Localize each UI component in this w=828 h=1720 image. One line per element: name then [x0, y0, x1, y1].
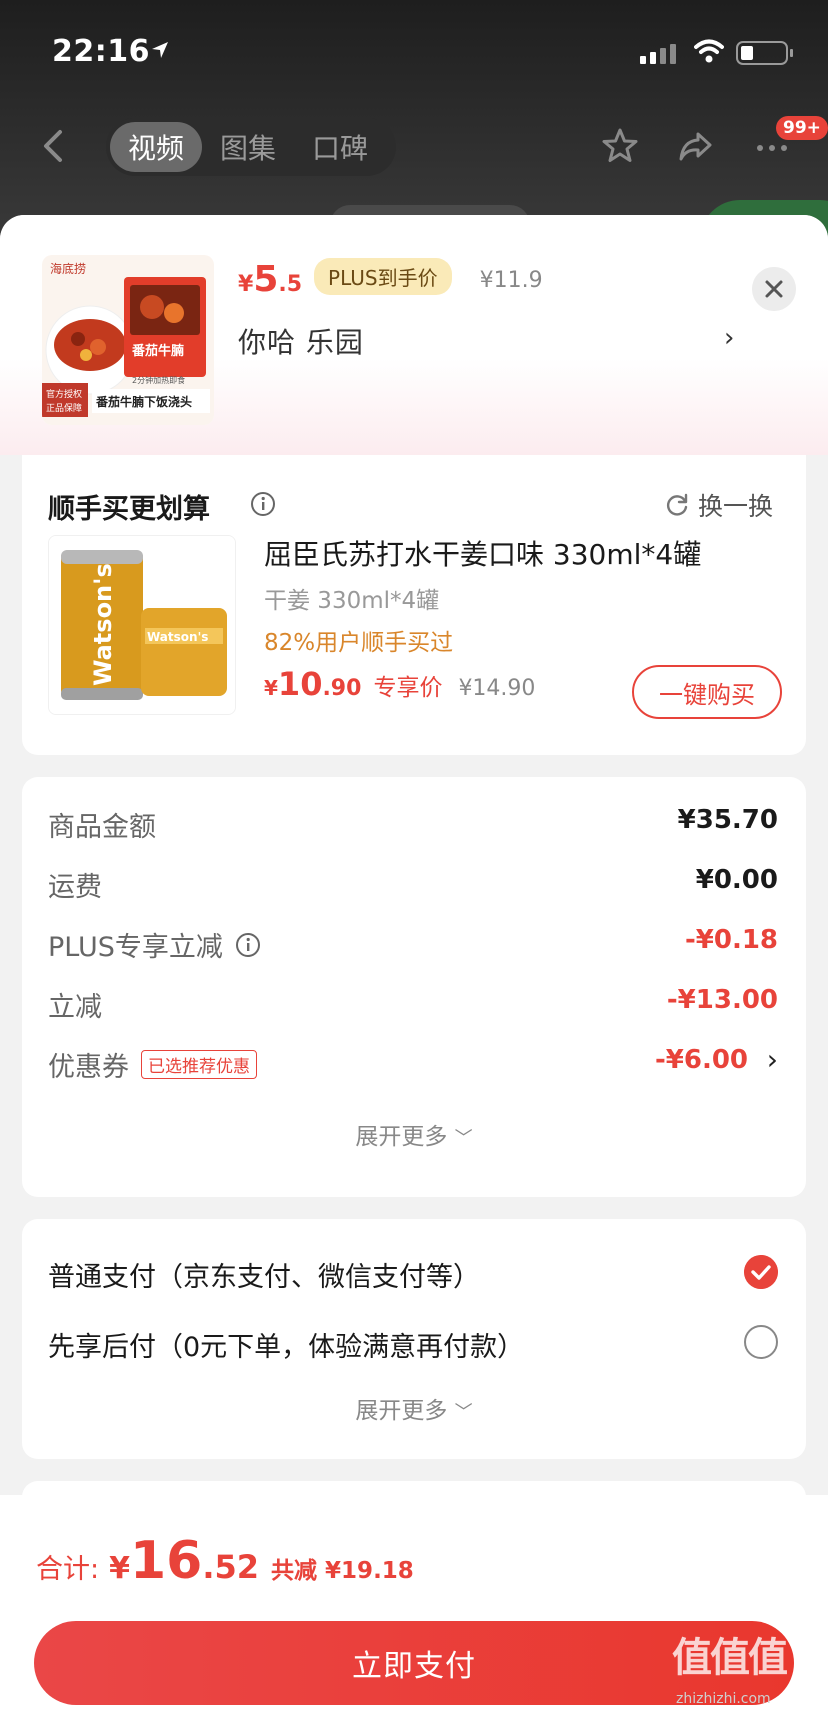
upsell-price-currency: ¥	[264, 676, 278, 700]
summary-label-wrap: 优惠券 已选推荐优惠	[48, 1045, 257, 1084]
payment-option[interactable]: 普通支付（京东支付、微信支付等）	[48, 1255, 778, 1295]
upsell-price: ¥ 10 .90 专享价 ¥14.90	[264, 665, 535, 703]
summary-row: 运费 ¥0.00	[48, 865, 778, 905]
payment-option-label: 普通支付（京东支付、微信支付等）	[48, 1262, 480, 1293]
upsell-product-image[interactable]: Watson's Watson's	[48, 535, 236, 715]
checkout-footer: 合计: ¥ 16 .52 共减 ¥19.18 立即支付 值值值 zhizhizh…	[0, 1495, 828, 1720]
chevron-down-icon: ﹀	[454, 1402, 473, 1423]
upsell-card: 顺手买更划算 换一换 Watson's Watson's 屈臣氏苏打水干姜口味 …	[22, 455, 806, 755]
order-summary-card: 商品金额 ¥35.70 运费 ¥0.00 PLUS专享立减 -¥0.18 立减 …	[22, 777, 806, 1197]
expand-label: 展开更多	[355, 1124, 448, 1150]
summary-value: ¥0.00	[695, 865, 778, 895]
upsell-price-integer: 10	[277, 665, 323, 703]
radio-unchecked-icon[interactable]	[744, 1325, 778, 1359]
payment-method-card: 普通支付（京东支付、微信支付等） 先享后付（0元下单，体验满意再付款） 展开更多…	[22, 1219, 806, 1459]
can-brand-small: Watson's	[147, 630, 208, 644]
status-bar: 22:16	[0, 0, 828, 100]
expand-more-button[interactable]: 展开更多 ﹀	[22, 1391, 806, 1425]
thumb-sub: 2分钟加热即食	[132, 375, 185, 385]
coupon-row[interactable]: 优惠券 已选推荐优惠 -¥6.00 ›	[48, 1043, 778, 1085]
upsell-popularity: 82%用户顺手买过	[264, 630, 454, 656]
info-icon[interactable]	[235, 932, 261, 958]
total-decimal: .52	[202, 1548, 260, 1586]
summary-row: 商品金额 ¥35.70	[48, 805, 778, 845]
battery-icon	[736, 41, 793, 65]
refresh-icon	[666, 493, 688, 516]
summary-value: -¥0.18	[684, 925, 778, 955]
watermark-url: zhizhizhi.com	[676, 1691, 771, 1707]
upsell-product-name[interactable]: 屈臣氏苏打水干姜口味 330ml*4罐	[264, 533, 701, 573]
info-icon[interactable]	[250, 491, 276, 517]
summary-value: -¥6.00	[654, 1045, 748, 1075]
swap-button[interactable]: 换一换	[664, 487, 773, 523]
summary-value: -¥13.00	[666, 985, 778, 1015]
upsell-old-price: ¥14.90	[458, 676, 536, 701]
summary-row: PLUS专享立减 -¥0.18	[48, 925, 778, 965]
watermark: 值值值	[672, 1635, 788, 1681]
checkbox-checked-icon[interactable]	[744, 1255, 778, 1289]
close-icon[interactable]	[752, 267, 796, 311]
thumb-caption: 番茄牛腩下饭浇头	[95, 394, 192, 409]
total-savings: 共减 ¥19.18	[271, 1558, 414, 1584]
payment-option[interactable]: 先享后付（0元下单，体验满意再付款）	[48, 1325, 778, 1365]
total-label: 合计:	[36, 1554, 100, 1585]
back-icon[interactable]	[38, 128, 68, 164]
price-currency: ¥	[238, 272, 254, 297]
coupon-tag: 已选推荐优惠	[141, 1050, 257, 1079]
plus-price-tag: PLUS到手价	[314, 258, 452, 295]
summary-label-wrap: PLUS专享立减	[48, 925, 261, 964]
can-brand: Watson's	[89, 563, 117, 686]
summary-label: 运费	[48, 872, 102, 903]
share-icon[interactable]	[676, 126, 716, 166]
upsell-price-type: 专享价	[373, 675, 443, 701]
product-header: 海底捞 番茄牛腩 2分钟加热即食 官方授权 正品保障 番茄牛腩下饭浇头 ¥ 5 …	[0, 215, 828, 455]
chevron-right-icon[interactable]: ›	[724, 323, 734, 353]
price-decimal: .5	[278, 272, 303, 297]
order-total: 合计: ¥ 16 .52 共减 ¥19.18	[36, 1531, 414, 1591]
summary-label: 商品金额	[48, 812, 156, 843]
total-currency: ¥	[109, 1551, 130, 1586]
notification-badge: 99+	[776, 116, 828, 140]
summary-label: 优惠券	[48, 1052, 129, 1083]
tab-reviews[interactable]: 口碑	[294, 122, 386, 172]
status-time: 22:16	[52, 34, 150, 69]
thumb-brand: 海底捞	[50, 261, 86, 276]
payment-option-label: 先享后付（0元下单，体验满意再付款）	[48, 1332, 525, 1363]
cellular-signal-icon	[640, 44, 676, 64]
thumb-product-name: 番茄牛腩	[131, 343, 184, 359]
expand-more-button[interactable]: 展开更多 ﹀	[22, 1117, 806, 1151]
price-integer: 5	[253, 259, 279, 300]
summary-label: PLUS专享立减	[48, 932, 223, 963]
product-thumbnail: 海底捞 番茄牛腩 2分钟加热即食 官方授权 正品保障 番茄牛腩下饭浇头	[42, 255, 214, 425]
top-nav: 视频 图集 口碑 99+	[0, 110, 828, 180]
tab-gallery[interactable]: 图集	[202, 122, 294, 172]
swap-label: 换一换	[698, 492, 774, 521]
summary-value: ¥35.70	[677, 805, 778, 835]
star-icon[interactable]	[600, 126, 640, 166]
original-price: ¥11.9	[479, 268, 543, 293]
total-integer: 16	[129, 1531, 203, 1591]
product-price: ¥ 5 .5 PLUS到手价 ¥11.9	[238, 258, 543, 301]
upsell-product-spec: 干姜 330ml*4罐	[264, 588, 440, 614]
wifi-icon	[694, 39, 724, 63]
variant-selector[interactable]: 你哈 乐园	[238, 321, 364, 361]
thumb-badge-2: 正品保障	[46, 402, 82, 414]
one-click-buy-button[interactable]: 一键购买	[632, 665, 782, 719]
chevron-down-icon: ﹀	[454, 1128, 473, 1149]
expand-label: 展开更多	[355, 1398, 448, 1424]
thumb-badge-1: 官方授权	[46, 388, 82, 400]
upsell-price-decimal: .90	[322, 676, 362, 701]
media-tabs: 视频 图集 口碑	[106, 118, 396, 176]
location-arrow-icon	[152, 42, 168, 58]
upsell-title: 顺手买更划算	[48, 494, 210, 525]
summary-row: 立减 -¥13.00	[48, 985, 778, 1025]
tab-video[interactable]: 视频	[110, 122, 203, 172]
chevron-right-icon[interactable]: ›	[767, 1043, 778, 1076]
summary-label: 立减	[48, 992, 102, 1023]
